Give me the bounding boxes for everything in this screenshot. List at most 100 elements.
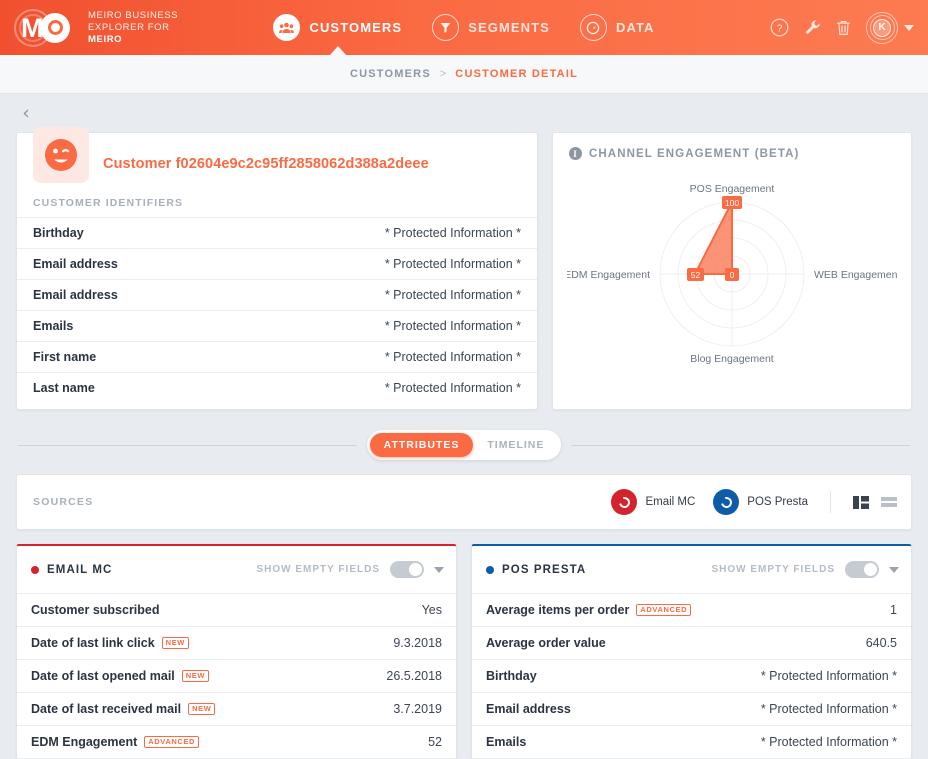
source-status-dot	[31, 565, 39, 574]
back-row: ‹	[16, 94, 912, 132]
panel-header: POS PRESTA SHOW EMPTY FIELDS	[472, 546, 911, 594]
breadcrumb: CUSTOMERS > CUSTOMER DETAIL	[0, 55, 928, 94]
brand-line-2: EXPLORER FOR	[88, 21, 170, 33]
attribute-value: 9.3.2018	[393, 636, 442, 650]
brand-line-1: MEIRO BUSINESS	[88, 9, 179, 21]
attribute-key: Date of last received mail NEW	[31, 702, 216, 716]
svg-text:100: 100	[725, 198, 739, 208]
panel-header: EMAIL MC SHOW EMPTY FIELDS	[17, 546, 456, 594]
attribute-key: Date of last link click NEW	[31, 636, 189, 650]
help-icon[interactable]: ?	[770, 18, 789, 37]
attribute-value: 640.5	[865, 636, 897, 650]
attribute-key-label: Birthday	[486, 669, 537, 683]
svg-text:0: 0	[730, 270, 735, 280]
identifier-key: Birthday	[33, 226, 84, 240]
breadcrumb-separator-icon: >	[439, 68, 447, 80]
panel-header-actions: SHOW EMPTY FIELDS	[711, 561, 899, 578]
customer-header: Customer f02604e9c2c95ff2858062d388a2dee…	[17, 127, 537, 193]
attribute-key-label: Date of last opened mail	[31, 669, 175, 683]
chevron-down-icon[interactable]	[434, 566, 444, 573]
info-icon[interactable]: i	[569, 147, 582, 160]
attribute-key-label: Average items per order	[486, 603, 630, 617]
email-mc-icon	[611, 489, 638, 515]
chevron-down-icon	[904, 24, 914, 31]
nav-item-customers[interactable]: CUSTOMERS	[273, 14, 402, 41]
source-chips: Email MC POS Presta	[611, 489, 897, 515]
tab-timeline[interactable]: TIMELINE	[473, 433, 558, 457]
tab-divider-right	[571, 444, 910, 446]
source-chip-email-mc[interactable]: Email MC	[611, 489, 695, 515]
channel-engagement-title: CHANNEL ENGAGEMENT (BETA)	[589, 147, 800, 160]
attribute-key: Average items per order ADVANCED	[486, 603, 692, 617]
status-badge: NEW	[161, 636, 189, 650]
attribute-key: Date of last opened mail NEW	[31, 669, 210, 683]
status-badge: NEW	[188, 702, 216, 716]
show-empty-fields-label: SHOW EMPTY FIELDS	[256, 564, 380, 575]
show-empty-fields-toggle[interactable]	[390, 561, 424, 578]
source-chip-pos-presta[interactable]: POS Presta	[713, 489, 808, 515]
sources-bar: SOURCES Email MC POS Presta	[16, 474, 912, 530]
table-row: Last name * Protected Information *	[17, 372, 537, 403]
table-row: Date of last opened mail NEW 26.5.2018	[17, 660, 456, 693]
table-row: Email address * Protected Information *	[17, 279, 537, 310]
trash-icon[interactable]	[836, 19, 851, 36]
user-menu-button[interactable]: K	[866, 11, 914, 44]
attribute-value: * Protected Information *	[760, 669, 897, 683]
detail-cards: Customer f02604e9c2c95ff2858062d388a2dee…	[16, 127, 912, 410]
status-badge: ADVANCED	[636, 603, 692, 617]
identifier-value: * Protected Information *	[384, 381, 521, 395]
funnel-icon	[432, 14, 460, 41]
table-row: Birthday * Protected Information *	[17, 217, 537, 248]
attribute-key-label: Customer subscribed	[31, 603, 160, 617]
nav-label-segments: SEGMENTS	[468, 20, 550, 35]
list-view-toggle[interactable]	[881, 496, 897, 509]
attribute-value: 52	[428, 735, 442, 749]
panel-title: POS PRESTA	[502, 563, 587, 576]
meiro-logo-icon: M	[14, 7, 76, 49]
brand-logo-area[interactable]: M MEIRO BUSINESS EXPLORER FOR MEIRO	[14, 7, 178, 49]
show-empty-fields-toggle[interactable]	[845, 561, 879, 578]
identifier-key: Email address	[33, 288, 118, 302]
attribute-key: Customer subscribed	[31, 603, 160, 617]
attribute-value: 3.7.2019	[393, 702, 442, 716]
column-view-toggle[interactable]	[853, 495, 869, 509]
attribute-key: Emails	[486, 735, 526, 749]
attribute-key-label: Date of last received mail	[31, 702, 182, 716]
breadcrumb-customers[interactable]: CUSTOMERS	[350, 68, 431, 80]
nav-item-data[interactable]: DATA	[579, 14, 655, 41]
source-status-dot	[486, 565, 494, 574]
radar-axis-label-pos: POS Engagement	[690, 183, 775, 195]
identifier-value: * Protected Information *	[384, 350, 521, 364]
avatar: K	[866, 11, 898, 44]
panel-header-actions: SHOW EMPTY FIELDS	[256, 561, 444, 578]
table-row: Email address * Protected Information *	[17, 248, 537, 279]
identifier-value: * Protected Information *	[384, 319, 521, 333]
back-button[interactable]: ‹	[16, 103, 36, 123]
attribute-value: Yes	[421, 603, 442, 617]
table-row: Date of last link click NEW 9.3.2018	[17, 627, 456, 660]
attribute-value: 26.5.2018	[386, 669, 442, 683]
table-row: EDM Engagement ADVANCED 52	[17, 726, 456, 759]
tab-attributes[interactable]: ATTRIBUTES	[369, 433, 474, 457]
attribute-key-label: Average order value	[486, 636, 606, 650]
nav-item-segments[interactable]: SEGMENTS	[432, 14, 550, 41]
attribute-key: Average order value	[486, 636, 606, 650]
sources-label: SOURCES	[33, 496, 94, 508]
status-badge: ADVANCED	[144, 735, 200, 749]
nav-label-customers: CUSTOMERS	[309, 20, 403, 35]
chevron-down-icon[interactable]	[889, 566, 899, 573]
show-empty-fields-label: SHOW EMPTY FIELDS	[711, 564, 835, 575]
wrench-icon[interactable]	[804, 19, 821, 36]
top-navigation-bar: M MEIRO BUSINESS EXPLORER FOR MEIRO CUST…	[0, 0, 928, 55]
table-row: Emails * Protected Information *	[17, 310, 537, 341]
table-row: Email address * Protected Information *	[472, 693, 911, 726]
table-row: Birthday * Protected Information *	[472, 660, 911, 693]
source-panel-email-mc: EMAIL MC SHOW EMPTY FIELDS Customer subs…	[16, 544, 457, 759]
radar-chart: POS Engagement WEB Engagement Blog Engag…	[567, 164, 897, 376]
attribute-value: 1	[890, 603, 897, 617]
table-row: Average order value 640.5	[472, 627, 911, 660]
people-icon	[273, 14, 301, 41]
avatar-initial: K	[878, 22, 886, 33]
table-row: First name * Protected Information *	[17, 341, 537, 372]
radar-axis-label-edm: EDM Engagement	[567, 269, 650, 281]
